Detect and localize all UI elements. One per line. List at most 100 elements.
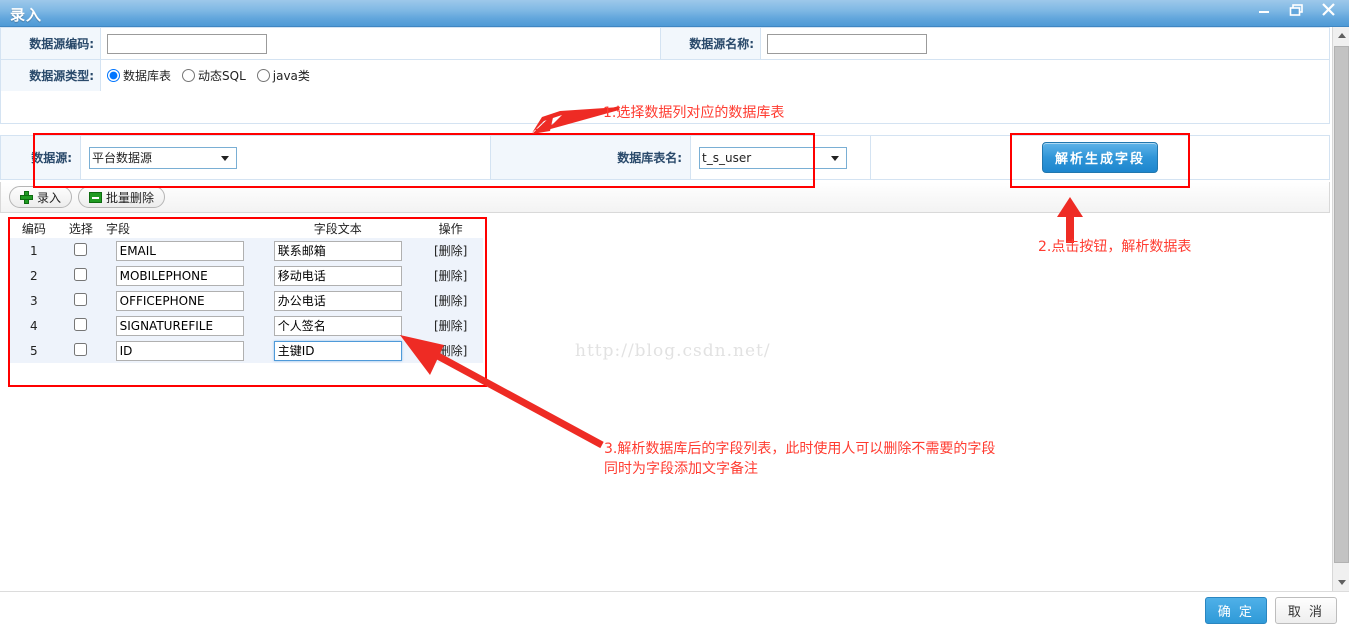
field-text-input[interactable] [273,265,402,286]
form-row-type: 数据源类型: 数据库表 动态SQL java类 [0,59,1330,92]
radio-option-db-table[interactable]: 数据库表 [107,67,171,84]
field-name-input[interactable] [115,265,244,286]
row-op-cell: [删除] [418,238,483,263]
ds-select-label: 数据源: [0,135,81,180]
chevron-down-icon [1337,580,1346,585]
watermark: http://blog.csdn.net/ [575,341,771,361]
row-text-cell [257,313,419,338]
table-row[interactable]: 5 [删除] [8,338,483,363]
fields-grid: 编码 选择 字段 字段文本 操作 1 [删除] 2 [8,219,483,363]
row-field-cell [102,263,258,288]
row-text-cell [257,263,419,288]
row-no: 1 [8,238,60,263]
code-cell [100,27,661,60]
parse-button-cell: 解析生成字段 [870,135,1330,180]
row-op-cell: [删除] [418,263,483,288]
row-select-cell [59,263,103,288]
field-text-input[interactable] [273,340,402,361]
row-checkbox[interactable] [74,317,88,331]
field-name-input[interactable] [115,340,244,361]
cancel-button[interactable]: 取 消 [1274,597,1337,624]
table-row[interactable]: 1 [删除] [8,238,483,263]
table-row[interactable]: 2 [删除] [8,263,483,288]
grid-header-row: 编码 选择 字段 字段文本 操作 [8,219,483,238]
row-delete-link[interactable]: [删除] [434,244,467,258]
scroll-up-button[interactable] [1333,27,1349,44]
row-field-cell [102,313,258,338]
table-select-wrap[interactable]: t_s_user [699,146,847,169]
spacer-row [0,91,1330,124]
field-name-input[interactable] [115,240,244,261]
row-op-cell: [删除] [418,313,483,338]
window-title: 录入 [10,6,43,24]
title-bar: 录入 [0,0,1349,27]
confirm-button[interactable]: 确 定 [1204,597,1267,624]
radio-dynamic-sql[interactable] [182,69,196,82]
type-label: 数据源类型: [0,59,101,92]
field-name-input[interactable] [115,290,244,311]
parse-generate-fields-button[interactable]: 解析生成字段 [1041,142,1158,173]
row-field-cell [102,288,258,313]
row-delete-link[interactable]: [删除] [434,269,467,283]
chevron-up-icon [1337,33,1346,38]
row-select-cell [59,313,103,338]
row-field-cell [102,338,258,363]
scroll-down-button[interactable] [1333,574,1349,591]
table-select-cell: t_s_user [690,135,871,180]
row-select-cell [59,338,103,363]
row-checkbox[interactable] [74,342,88,356]
row-checkbox[interactable] [74,242,88,256]
field-text-input[interactable] [273,290,402,311]
restore-icon[interactable] [1289,3,1309,17]
name-label: 数据源名称: [660,27,761,60]
field-text-input[interactable] [273,240,402,261]
close-icon[interactable] [1321,2,1341,17]
entry-dialog: 录入 数据源编码: 数据源名称: 数据源类型: 数据库表 动态SQL java类… [0,0,1349,628]
row-text-cell [257,238,419,263]
batch-delete-label: 批量删除 [106,190,155,205]
radio-db-table[interactable] [107,69,120,82]
radio-java-class-label: java类 [272,69,310,83]
vertical-scrollbar[interactable] [1332,27,1349,591]
col-header-no: 编码 [8,219,60,238]
row-delete-link[interactable]: [删除] [434,294,467,308]
table-name-select[interactable]: t_s_user [699,146,847,169]
row-select-cell [59,288,103,313]
name-cell [760,27,1330,60]
plus-icon [20,190,33,204]
datasource-code-input[interactable] [107,33,267,54]
field-text-input[interactable] [273,315,402,336]
minimize-icon[interactable] [1257,3,1277,17]
row-checkbox[interactable] [74,292,88,306]
datasource-select[interactable]: 平台数据源 [89,146,237,169]
radio-option-java-class[interactable]: java类 [256,67,310,84]
radio-db-table-label: 数据库表 [123,69,172,83]
field-name-input[interactable] [115,315,244,336]
col-header-operation: 操作 [418,219,483,238]
row-checkbox[interactable] [74,267,88,281]
grid-toolbar: 录入 批量删除 [0,182,1330,213]
add-entry-button[interactable]: 录入 [9,186,73,208]
table-row[interactable]: 3 [删除] [8,288,483,313]
col-header-field: 字段 [102,219,258,238]
annotation-step-3: 3.解析数据库后的字段列表，此时使用人可以删除不需要的字段 同时为字段添加文字备… [604,441,996,477]
datasource-select-row: 数据源: 平台数据源 数据库表名: t_s_user 解析生成字段 [0,135,1330,180]
col-header-select: 选择 [59,219,103,238]
radio-dynamic-sql-label: 动态SQL [198,69,246,83]
datasource-name-input[interactable] [767,33,927,54]
form-row-code: 数据源编码: 数据源名称: [0,27,1330,60]
window-controls [1257,2,1341,17]
datasource-select-wrap[interactable]: 平台数据源 [89,146,237,169]
scrollbar-thumb[interactable] [1334,46,1349,563]
row-no: 2 [8,263,60,288]
row-delete-link[interactable]: [删除] [434,319,467,333]
row-no: 5 [8,338,60,363]
type-cell: 数据库表 动态SQL java类 [100,59,1330,92]
batch-delete-button[interactable]: 批量删除 [78,186,166,208]
radio-java-class[interactable] [256,69,270,82]
radio-option-dynamic-sql[interactable]: 动态SQL [182,67,246,84]
code-label: 数据源编码: [0,27,101,60]
row-delete-link[interactable]: [删除] [434,344,467,358]
table-row[interactable]: 4 [删除] [8,313,483,338]
row-select-cell [59,238,103,263]
